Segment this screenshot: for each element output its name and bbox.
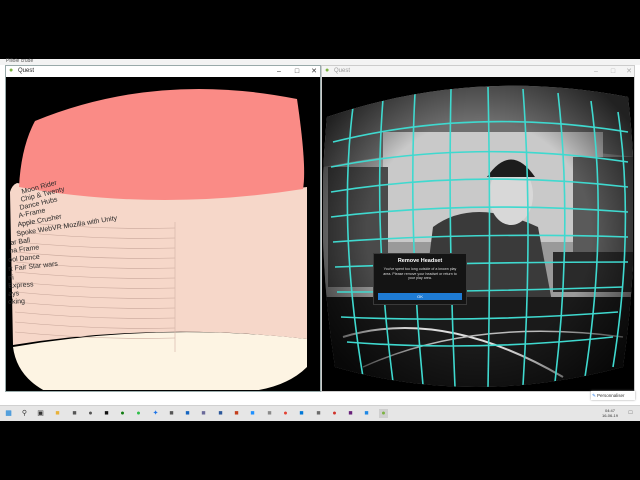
close-button[interactable]: ✕ (308, 67, 320, 76)
quest-window-left[interactable]: ● Quest – □ ✕ Moon Rider Chip & Twenty D… (5, 65, 321, 392)
android-icon: ● (9, 67, 14, 74)
app-icon[interactable]: ■ (183, 409, 192, 418)
app-icon[interactable]: ■ (265, 409, 274, 418)
personalize-button[interactable]: ✎Personnaliser (591, 391, 635, 400)
app-icon[interactable]: ■ (167, 409, 176, 418)
app-icon[interactable]: ■ (248, 409, 257, 418)
menu-item[interactable]: oking (8, 298, 25, 306)
task-view-icon[interactable]: ▣ (36, 409, 45, 418)
maximize-button[interactable]: □ (607, 67, 619, 76)
search-icon[interactable]: ⚲ (20, 409, 29, 418)
minimize-button[interactable]: – (590, 67, 602, 76)
app-icon[interactable]: ● (86, 409, 95, 418)
maximize-button[interactable]: □ (291, 67, 303, 76)
vr-view-left[interactable]: Moon Rider Chip & Twenty Dance Hubs A-Fr… (7, 77, 319, 390)
clock-date: 16-06-19 (601, 413, 618, 418)
dialog-title: Remove Headset (397, 258, 443, 264)
remove-headset-dialog: Remove Headset You've spent too long out… (373, 253, 467, 305)
title-bar[interactable]: ● Quest – □ ✕ (6, 66, 320, 77)
personalize-label: Personnaliser (597, 393, 625, 398)
file-explorer-icon[interactable]: ■ (53, 409, 62, 418)
quest-window-right[interactable]: ● Quest – □ ✕ Remove Headset You've spen… (321, 65, 635, 392)
app-icon[interactable]: ■ (199, 409, 208, 418)
app-icon[interactable]: ● (134, 409, 143, 418)
app-icon[interactable]: ■ (102, 409, 111, 418)
store-icon[interactable]: ■ (70, 409, 79, 418)
app-icon[interactable]: ● (330, 409, 339, 418)
minimize-button[interactable]: – (273, 67, 285, 76)
chrome-icon[interactable]: ● (281, 409, 290, 418)
app-icon[interactable]: ■ (314, 409, 323, 418)
visual-studio-icon[interactable]: ■ (346, 409, 355, 418)
android-icon[interactable]: ● (379, 409, 388, 418)
window-title: Quest (334, 68, 351, 74)
floor (13, 332, 307, 390)
background-window-title: Pillole crude (6, 58, 34, 64)
red-dome (19, 88, 305, 201)
window-title: Quest (18, 68, 35, 74)
app-icon[interactable]: ■ (362, 409, 371, 418)
menu-item[interactable]: ni (8, 275, 14, 282)
word-icon[interactable]: ■ (216, 409, 225, 418)
menu-item[interactable]: ays (8, 290, 19, 298)
windows-start-icon[interactable]: ▦ (4, 409, 13, 418)
passthrough-view[interactable]: Remove Headset You've spent too long out… (323, 77, 633, 390)
dialog-message: You've spent too long outside of a known… (383, 267, 457, 281)
vr-scene-left (10, 88, 307, 390)
app-icon[interactable]: ✦ (151, 409, 160, 418)
close-button[interactable]: ✕ (623, 67, 635, 76)
ok-button[interactable]: OK (378, 293, 462, 300)
system-clock[interactable]: 04:47 16-06-19 (600, 408, 620, 418)
title-bar[interactable]: ● Quest – □ ✕ (322, 66, 634, 77)
notification-icon[interactable]: □ (626, 409, 635, 418)
passthrough-camera-feed (323, 85, 633, 387)
xbox-icon[interactable]: ● (118, 409, 127, 418)
app-icon[interactable]: ■ (297, 409, 306, 418)
android-icon: ● (325, 67, 330, 74)
taskbar: ▦ ⚲ ▣ ■ ■ ● ■ ● ● ✦ ■ ■ ■ ■ ■ ■ ■ ● ■ ■ … (0, 405, 640, 421)
excel-icon[interactable]: ■ (232, 409, 241, 418)
